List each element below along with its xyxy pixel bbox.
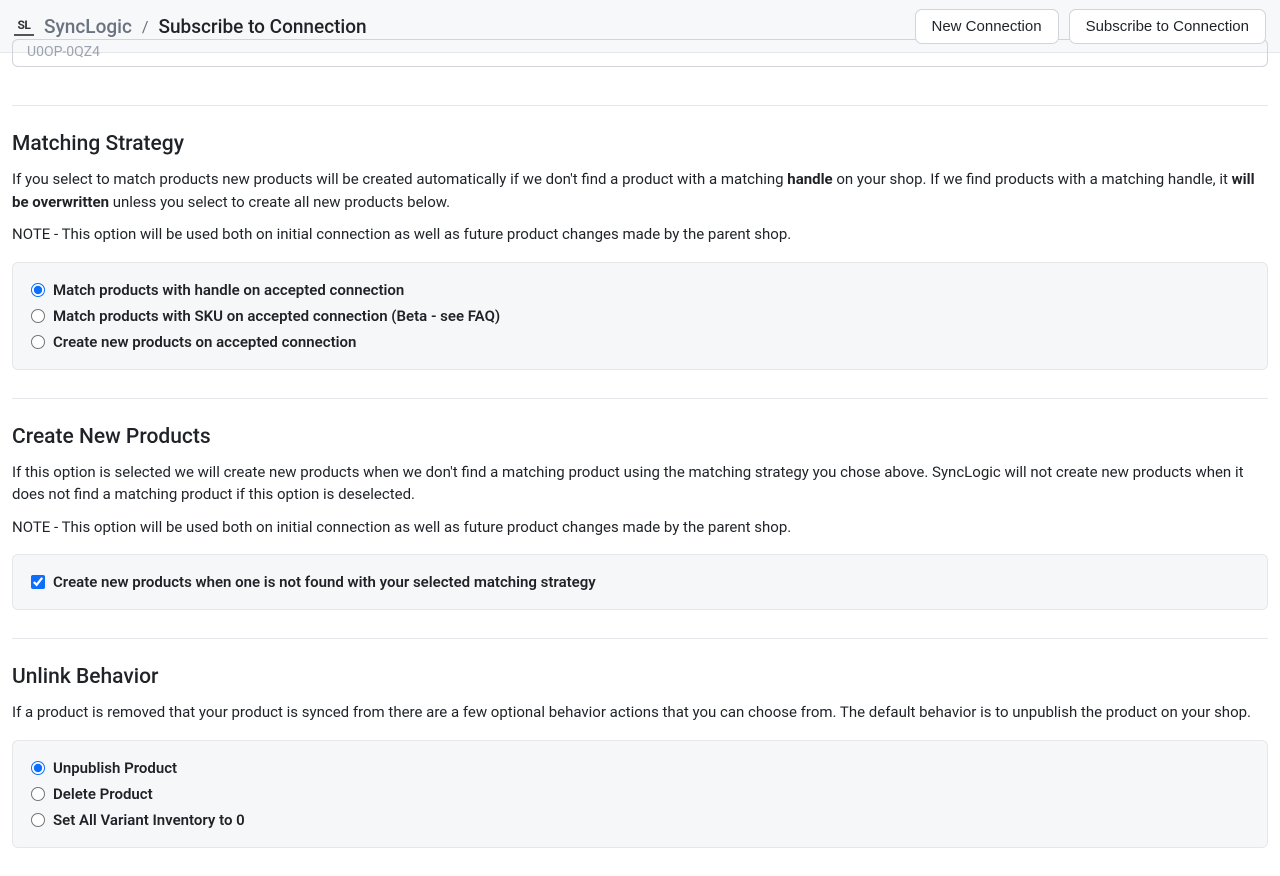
breadcrumb-separator: / (142, 17, 149, 36)
unlink-zero-radio[interactable] (31, 813, 45, 827)
unlink-behavior-desc: If a product is removed that your produc… (12, 701, 1268, 724)
new-connection-button[interactable]: New Connection (915, 9, 1059, 44)
match-handle-radio[interactable] (31, 283, 45, 297)
unlink-unpublish-row: Unpublish Product (31, 759, 1249, 777)
match-handle-label[interactable]: Match products with handle on accepted c… (53, 281, 404, 299)
brand-name[interactable]: SyncLogic (44, 15, 132, 38)
matching-strategy-note: NOTE - This option will be used both on … (12, 223, 1268, 246)
unlink-delete-radio[interactable] (31, 787, 45, 801)
create-products-note: NOTE - This option will be used both on … (12, 516, 1268, 539)
create-new-label[interactable]: Create new products when one is not foun… (53, 573, 596, 591)
create-checkbox-row: Create new products when one is not foun… (31, 573, 1249, 591)
main-content: U0OP-0QZ4 Matching Strategy If you selec… (0, 39, 1280, 876)
create-products-heading: Create New Products (12, 425, 1268, 449)
unlink-behavior-section: Unlink Behavior If a product is removed … (12, 639, 1268, 876)
match-sku-radio[interactable] (31, 309, 45, 323)
unlink-delete-row: Delete Product (31, 785, 1249, 803)
matching-strategy-heading: Matching Strategy (12, 132, 1268, 156)
page-title: Subscribe to Connection (158, 15, 366, 38)
subscribe-connection-button[interactable]: Subscribe to Connection (1069, 9, 1266, 44)
unlink-options-card: Unpublish Product Delete Product Set All… (12, 740, 1268, 848)
unlink-delete-label[interactable]: Delete Product (53, 785, 153, 803)
match-create-label[interactable]: Create new products on accepted connecti… (53, 333, 356, 351)
match-create-radio[interactable] (31, 335, 45, 349)
match-sku-row: Match products with SKU on accepted conn… (31, 307, 1249, 325)
create-products-desc: If this option is selected we will creat… (12, 461, 1268, 506)
unlink-unpublish-label[interactable]: Unpublish Product (53, 759, 177, 777)
create-products-section: Create New Products If this option is se… (12, 399, 1268, 640)
match-create-row: Create new products on accepted connecti… (31, 333, 1249, 351)
unlink-zero-label[interactable]: Set All Variant Inventory to 0 (53, 811, 245, 829)
create-new-checkbox[interactable] (31, 575, 45, 589)
matching-options-card: Match products with handle on accepted c… (12, 262, 1268, 370)
match-handle-row: Match products with handle on accepted c… (31, 281, 1249, 299)
create-products-card: Create new products when one is not foun… (12, 554, 1268, 610)
unlink-zero-row: Set All Variant Inventory to 0 (31, 811, 1249, 829)
topbar-left: SL SyncLogic / Subscribe to Connection (14, 15, 367, 38)
match-sku-label[interactable]: Match products with SKU on accepted conn… (53, 307, 500, 325)
unlink-behavior-heading: Unlink Behavior (12, 665, 1268, 689)
matching-strategy-section: Matching Strategy If you select to match… (12, 105, 1268, 399)
unlink-unpublish-radio[interactable] (31, 761, 45, 775)
topbar-actions: New Connection Subscribe to Connection (915, 9, 1267, 44)
app-logo: SL (14, 16, 34, 36)
matching-strategy-desc: If you select to match products new prod… (12, 168, 1268, 213)
